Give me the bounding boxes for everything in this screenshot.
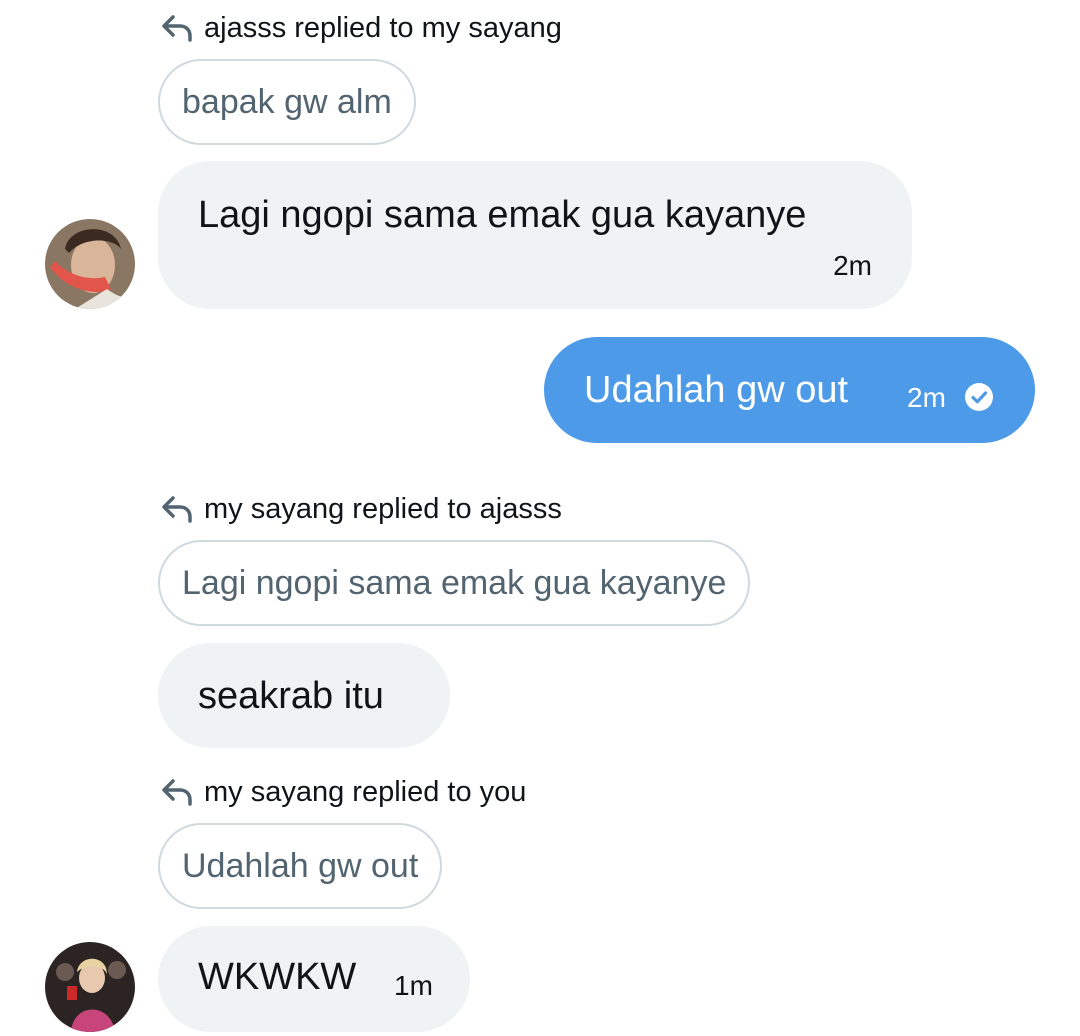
reply-header-text: my sayang replied to ajasss <box>204 492 562 525</box>
message-bubble-incoming[interactable]: seakrab itu <box>158 643 450 748</box>
message-bubble-incoming[interactable]: WKWKW 1m <box>158 926 470 1032</box>
reply-arrow-icon <box>162 779 192 806</box>
message-text: WKWKW <box>198 956 357 998</box>
quoted-message[interactable]: bapak gw alm <box>158 59 416 145</box>
message-text: Udahlah gw out <box>584 369 849 411</box>
message-bubble-outgoing[interactable]: Udahlah gw out 2m <box>544 337 1035 443</box>
reply-header: my sayang replied to you <box>160 772 526 812</box>
avatar-image <box>45 942 135 1032</box>
message-timestamp: 2m <box>833 250 872 281</box>
reply-arrow-icon <box>162 496 192 523</box>
quoted-message-text: Udahlah gw out <box>182 846 419 885</box>
reply-arrow-icon <box>162 15 192 42</box>
quoted-message-text: Lagi ngopi sama emak gua kayanye <box>182 563 727 602</box>
message-text: Lagi ngopi sama emak gua kayanye <box>198 194 807 236</box>
quoted-message[interactable]: Udahlah gw out <box>158 823 443 909</box>
avatar-image <box>45 219 135 309</box>
avatar[interactable] <box>45 219 135 309</box>
reply-header-text: ajasss replied to my sayang <box>204 11 562 44</box>
reply-header: my sayang replied to ajasss <box>160 489 562 529</box>
message-bubble-incoming[interactable]: Lagi ngopi sama emak gua kayanye 2m <box>158 161 912 309</box>
message-timestamp: 1m <box>394 970 433 1001</box>
reply-header-text: my sayang replied to you <box>204 775 527 808</box>
reply-header: ajasss replied to my sayang <box>160 8 562 48</box>
quoted-message[interactable]: Lagi ngopi sama emak gua kayanye <box>158 540 751 626</box>
message-timestamp: 2m <box>907 382 946 413</box>
quoted-message-text: bapak gw alm <box>182 82 392 121</box>
avatar[interactable] <box>45 942 135 1032</box>
check-circle-icon <box>965 383 993 411</box>
message-text: seakrab itu <box>198 675 384 717</box>
